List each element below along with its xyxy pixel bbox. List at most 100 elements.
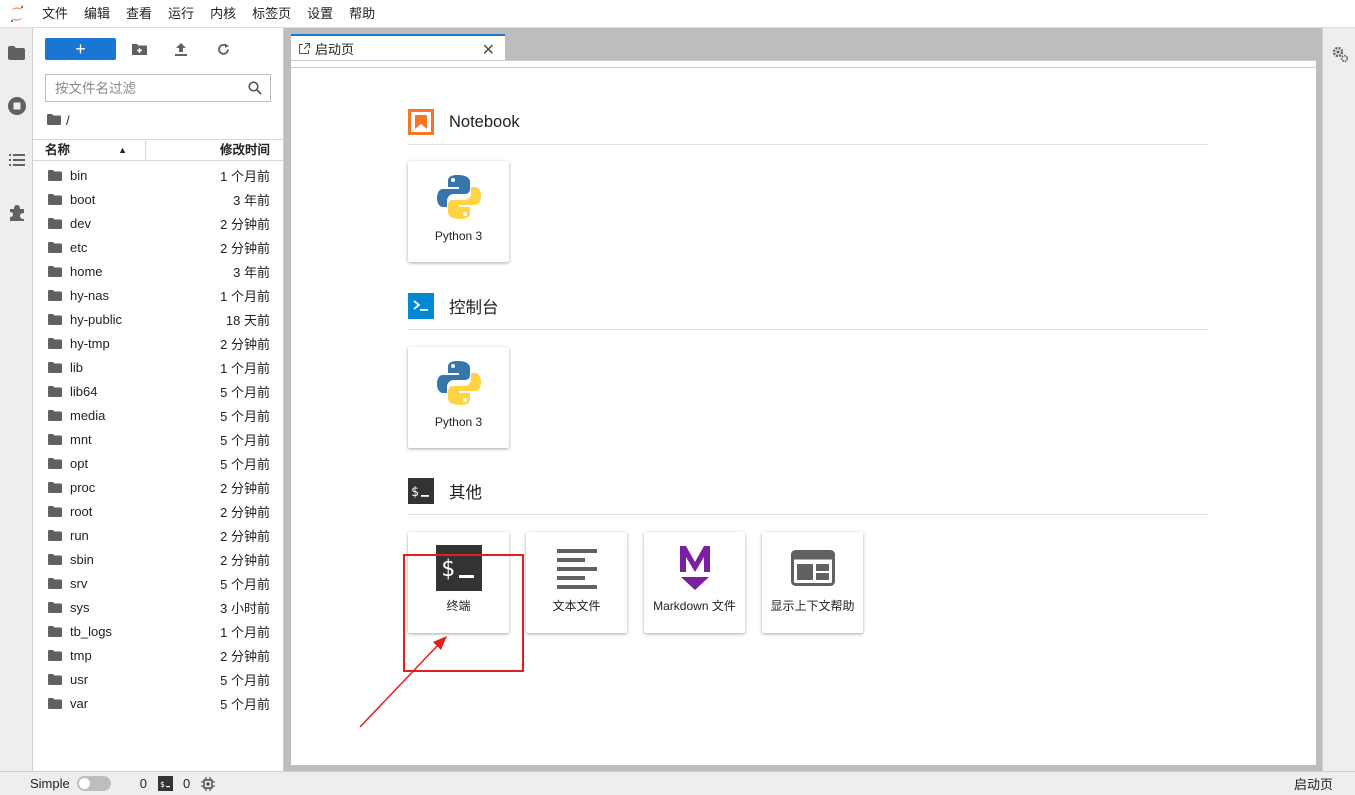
file-list-item[interactable]: hy-tmp 2 分钟前 [33,331,283,355]
folder-icon [48,337,62,349]
file-list-item[interactable]: hy-nas 1 个月前 [33,283,283,307]
menu-view[interactable]: 查看 [118,0,160,28]
column-modified-header[interactable]: 修改时间 [146,140,283,160]
file-list-item[interactable]: etc 2 分钟前 [33,235,283,259]
kernel-count[interactable]: 0 [140,776,147,791]
breadcrumb[interactable]: / [47,112,70,128]
file-modified: 3 小时前 [220,600,270,616]
python-logo-icon [408,357,509,409]
file-name: usr [70,671,89,687]
folder-icon [48,193,62,205]
file-list: bin 1 个月前 boot 3 年前 dev 2 分钟前 etc 2 分钟前 home 3 年前… [33,163,283,715]
markdown-file-card[interactable]: Markdown 文件 [644,532,745,633]
file-name: root [70,503,93,519]
filter-input[interactable] [55,80,245,96]
file-modified: 2 分钟前 [220,504,270,520]
file-list-item[interactable]: lib 1 个月前 [33,355,283,379]
file-modified: 5 个月前 [220,408,270,424]
file-list-item[interactable]: proc 2 分钟前 [33,475,283,499]
extension-puzzle-icon[interactable] [0,198,33,228]
file-list-item[interactable]: sbin 2 分钟前 [33,547,283,571]
memory-chip-icon [201,776,216,791]
file-list-item[interactable]: home 3 年前 [33,259,283,283]
folder-icon [48,577,62,589]
file-list-item[interactable]: media 5 个月前 [33,403,283,427]
simple-mode-toggle[interactable] [76,776,111,791]
card-label: 显示上下文帮助 [770,599,855,613]
file-list-item[interactable]: srv 5 个月前 [33,571,283,595]
file-modified: 2 分钟前 [220,216,270,232]
card-label: 文本文件 [552,599,601,613]
upload-icon[interactable] [170,38,192,60]
file-name: var [70,695,89,711]
property-inspector-gears-icon[interactable] [1331,45,1349,66]
column-name-header[interactable]: 名称 ▲ [33,140,146,160]
file-modified: 1 个月前 [220,168,270,184]
section-divider [408,329,1208,330]
menu-help[interactable]: 帮助 [341,0,383,28]
menu-tabs[interactable]: 标签页 [244,0,299,28]
console-section-header: 控制台 [408,293,1208,319]
notebook-section-header: Notebook [408,109,1208,135]
file-modified: 5 个月前 [220,696,270,712]
menu-settings[interactable]: 设置 [299,0,341,28]
menu-edit[interactable]: 编辑 [76,0,118,28]
file-modified: 2 分钟前 [220,528,270,544]
new-folder-icon[interactable] [128,38,150,60]
file-list-item[interactable]: hy-public 18 天前 [33,307,283,331]
file-name: sbin [70,551,94,567]
tab-launcher[interactable]: 启动页 ✕ [291,34,505,60]
context-help-card[interactable]: 显示上下文帮助 [762,532,863,633]
folder-icon [48,265,62,277]
folder-icon [48,625,62,637]
menu-file[interactable]: 文件 [34,0,76,28]
file-name: mnt [70,431,92,447]
file-list-item[interactable]: opt 5 个月前 [33,451,283,475]
refresh-icon[interactable] [212,38,234,60]
file-list-item[interactable]: dev 2 分钟前 [33,211,283,235]
main-dock-area: 启动页 ✕ Notebook Python 3 控制台 Python 3 $ 其… [284,28,1322,771]
file-list-item[interactable]: boot 3 年前 [33,187,283,211]
file-list-item[interactable]: lib64 5 个月前 [33,379,283,403]
close-icon[interactable]: ✕ [482,40,495,60]
terminal-count[interactable]: 0 [183,776,190,791]
file-modified: 5 个月前 [220,672,270,688]
file-modified: 1 个月前 [220,624,270,640]
file-name: tmp [70,647,92,663]
file-name: opt [70,455,89,471]
file-name: dev [70,215,91,231]
file-list-item[interactable]: mnt 5 个月前 [33,427,283,451]
file-name: run [70,527,89,543]
console-python3-card[interactable]: Python 3 [408,347,509,448]
file-list-item[interactable]: tb_logs 1 个月前 [33,619,283,643]
folder-icon [48,361,62,373]
table-of-contents-icon[interactable] [0,145,33,175]
section-divider [408,144,1208,145]
file-modified: 3 年前 [233,192,270,208]
notebook-python3-card[interactable]: Python 3 [408,161,509,262]
other-section-header: $ 其他 [408,478,1208,504]
file-list-item[interactable]: tmp 2 分钟前 [33,643,283,667]
running-kernels-icon[interactable] [0,91,33,121]
folder-icon [48,553,62,565]
file-name: lib64 [70,383,98,399]
file-name: lib [70,359,84,375]
file-list-item[interactable]: run 2 分钟前 [33,523,283,547]
file-list-item[interactable]: sys 3 小时前 [33,595,283,619]
text-file-card[interactable]: 文本文件 [526,532,627,633]
file-browser-toolbar: + [45,38,275,60]
new-launcher-button[interactable]: + [45,38,116,60]
console-section-title: 控制台 [449,299,499,317]
breadcrumb-root[interactable]: / [66,113,70,128]
folder-icon[interactable] [0,38,33,68]
file-list-item[interactable]: var 5 个月前 [33,691,283,715]
file-modified: 2 分钟前 [220,552,270,568]
file-name: media [70,407,106,423]
file-modified: 2 分钟前 [220,336,270,352]
file-list-item[interactable]: usr 5 个月前 [33,667,283,691]
file-list-item[interactable]: root 2 分钟前 [33,499,283,523]
file-list-item[interactable]: bin 1 个月前 [33,163,283,187]
menu-run[interactable]: 运行 [160,0,202,28]
menu-kernel[interactable]: 内核 [202,0,244,28]
folder-icon [48,505,62,517]
